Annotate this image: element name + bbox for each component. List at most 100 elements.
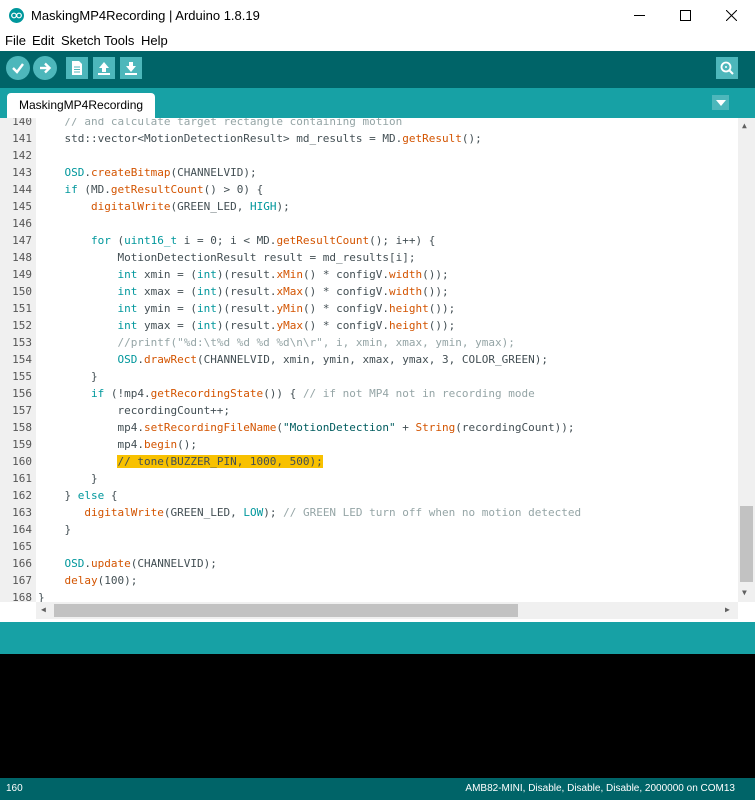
new-icon [72, 61, 82, 75]
line-number: 163 [12, 506, 32, 519]
code-line: if (MD.getResultCount() > 0) { [64, 183, 264, 196]
minimize-icon [633, 15, 645, 16]
vertical-scrollbar[interactable]: ▲ ▼ [738, 118, 755, 602]
code-line: } [38, 370, 98, 383]
code-line: } else { [38, 489, 118, 502]
code-line: int ymax = (int)(result.yMax() * configV… [117, 319, 456, 332]
code-area[interactable]: // and calculate target rectangle contai… [38, 118, 738, 602]
line-number: 152 [12, 319, 32, 332]
code-line: OSD.update(CHANNELVID); [64, 557, 217, 570]
menu-edit[interactable]: Edit [32, 33, 54, 48]
line-number: 162 [12, 489, 32, 502]
line-number: 153 [12, 336, 32, 349]
code-line: } [38, 523, 72, 536]
console-output[interactable] [0, 654, 755, 778]
line-number: 161 [12, 472, 32, 485]
toolbar [0, 51, 755, 88]
message-status-bar [0, 622, 755, 654]
upload-icon [40, 62, 52, 74]
code-line: digitalWrite(GREEN_LED, HIGH); [90, 200, 290, 213]
arduino-logo-icon [9, 8, 24, 23]
code-line: delay(100); [64, 574, 138, 587]
line-number: 167 [12, 574, 32, 587]
title-bar: MaskingMP4Recording | Arduino 1.8.19 [0, 0, 755, 31]
line-number: 144 [12, 183, 32, 196]
line-number: 157 [12, 404, 32, 417]
line-number: 146 [12, 217, 32, 230]
save-icon [125, 62, 137, 75]
code-line: int ymin = (int)(result.yMin() * configV… [117, 302, 456, 315]
tab-menu-button[interactable] [712, 95, 729, 110]
horizontal-scroll-thumb[interactable] [54, 604, 518, 617]
code-line: MotionDetectionResult result = md_result… [38, 251, 416, 264]
chevron-down-icon [715, 99, 726, 106]
code-line: // and calculate target rectangle contai… [64, 118, 403, 128]
menu-sketch[interactable]: Sketch [61, 33, 101, 48]
open-button[interactable] [93, 57, 115, 79]
maximize-icon [679, 10, 691, 21]
scroll-left-icon[interactable]: ◀ [41, 605, 46, 614]
board-port-info: AMB82-MINI, Disable, Disable, Disable, 2… [465, 783, 735, 794]
code-line: OSD.createBitmap(CHANNELVID); [64, 166, 257, 179]
line-number: 164 [12, 523, 32, 536]
code-editor[interactable]: 140 141 142 143 144 145 146 147 148 149 150 151 152 1… [0, 118, 755, 622]
line-number: 156 [12, 387, 32, 400]
line-number: 155 [12, 370, 32, 383]
code-line: if (!mp4.getRecordingState()) { // if no… [90, 387, 535, 400]
upload-button[interactable] [33, 56, 57, 80]
line-number: 151 [12, 302, 32, 315]
verify-button[interactable] [6, 56, 30, 80]
code-line: //printf("%d:\t%d %d %d %d\n\r", i, xmin… [117, 336, 515, 349]
code-line: } [38, 591, 45, 602]
code-line: mp4.setRecordingFileName("MotionDetectio… [38, 421, 575, 434]
line-number: 150 [12, 285, 32, 298]
code-line: for (uint16_t i = 0; i < MD.getResultCou… [90, 234, 436, 247]
window-title: MaskingMP4Recording | Arduino 1.8.19 [31, 8, 260, 23]
save-button[interactable] [120, 57, 142, 79]
code-line: std::vector<MotionDetectionResult> md_re… [38, 132, 482, 145]
line-number: 158 [12, 421, 32, 434]
maximize-button[interactable] [662, 0, 708, 31]
line-number: 147 [12, 234, 32, 247]
verify-icon [12, 63, 24, 74]
code-line: digitalWrite(GREEN_LED, LOW); // GREEN L… [84, 506, 582, 519]
vertical-scroll-thumb[interactable] [740, 506, 753, 582]
line-number: 165 [12, 540, 32, 553]
line-number: 160 [12, 455, 32, 468]
serial-monitor-button[interactable] [716, 57, 738, 79]
line-number: 168 [12, 591, 32, 602]
scroll-right-icon[interactable]: ▶ [725, 605, 730, 614]
line-number-gutter: 140 141 142 143 144 145 146 147 148 149 150 151 152 1… [0, 118, 36, 602]
code-line: mp4.begin(); [38, 438, 197, 451]
line-number: 141 [12, 132, 32, 145]
line-number: 149 [12, 268, 32, 281]
tab-maskingmp4recording[interactable]: MaskingMP4Recording [7, 93, 156, 118]
code-line: } [38, 472, 98, 485]
open-icon [98, 62, 110, 75]
line-number: 145 [12, 200, 32, 213]
scroll-down-icon[interactable]: ▼ [742, 588, 747, 597]
close-button[interactable] [708, 0, 754, 31]
code-line: recordingCount++; [38, 404, 231, 417]
scroll-up-icon[interactable]: ▲ [742, 121, 747, 130]
line-number: 142 [12, 149, 32, 162]
serial-monitor-icon [720, 61, 734, 75]
menu-tools[interactable]: Tools [104, 33, 134, 48]
line-number: 159 [12, 438, 32, 451]
minimize-button[interactable] [616, 0, 662, 31]
horizontal-scrollbar[interactable]: ◀ ▶ [36, 602, 738, 619]
line-number: 143 [12, 166, 32, 179]
menu-help[interactable]: Help [141, 33, 168, 48]
tab-bar: MaskingMP4Recording [0, 88, 755, 118]
highlighted-text: // tone(BUZZER_PIN, 1000, 500); [117, 455, 323, 468]
line-number: 154 [12, 353, 32, 366]
menu-file[interactable]: File [5, 33, 26, 48]
code-line: OSD.drawRect(CHANNELVID, xmin, ymin, xma… [117, 353, 548, 366]
arduino-ide-window: MaskingMP4Recording | Arduino 1.8.19 Fil… [0, 0, 755, 800]
new-button[interactable] [66, 57, 88, 79]
code-line: int xmin = (int)(result.xMin() * configV… [117, 268, 449, 281]
menu-bar: File Edit Sketch Tools Help [0, 31, 755, 51]
line-number: 140 [12, 118, 32, 128]
code-line: int xmax = (int)(result.xMax() * configV… [117, 285, 449, 298]
line-number: 148 [12, 251, 32, 264]
